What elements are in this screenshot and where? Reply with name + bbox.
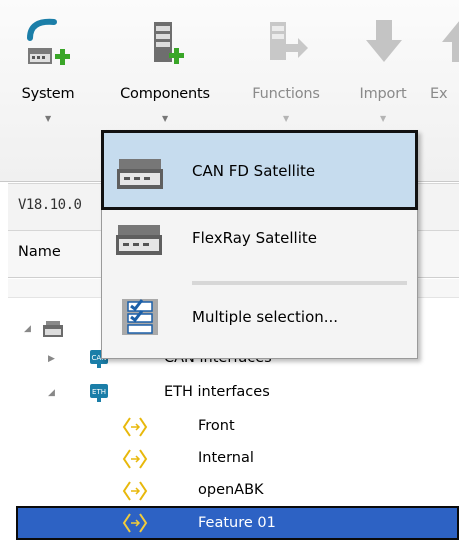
menu-item-can-fd-satellite[interactable]: CAN FD Satellite [101,130,418,210]
export-label: Ex [430,86,448,102]
port-icon [122,480,148,506]
tree-label: openABK [198,482,264,498]
chevron-down-icon: ▼ [380,114,387,123]
chevron-down-icon: ▼ [162,114,169,123]
menu-label: FlexRay Satellite [192,229,318,247]
components-dropdown-menu: CAN FD Satellite FlexRay Satellite Multi… [101,130,418,359]
export-icon [434,16,459,72]
components-label: Components [120,86,210,102]
functions-icon [260,16,312,72]
version-label: V18.10.0 [18,197,82,213]
tree-row-eth-interfaces[interactable]: ◢ ETH ETH interfaces [8,378,459,409]
column-header-name[interactable]: Name [18,244,61,260]
multiple-selection-icon [120,297,160,341]
menu-item-multiple-selection[interactable]: Multiple selection... [102,289,417,355]
port-icon [122,416,148,442]
port-icon [122,512,148,538]
menu-label: CAN FD Satellite [192,162,316,180]
tree-row-internal[interactable]: Internal [8,444,459,475]
menu-separator [192,281,407,285]
tree-label: Front [198,418,235,434]
can-fd-satellite-icon [115,157,165,195]
expanded-arrow-icon[interactable]: ◢ [24,324,31,334]
eth-icon: ETH [88,382,110,408]
menu-label: Multiple selection... [192,308,339,326]
export-button[interactable]: Ex [430,4,459,154]
flexray-satellite-icon [114,223,164,261]
tree-label: Feature 01 [198,515,276,531]
tree-row-feature-01[interactable]: Feature 01 [16,506,459,540]
import-label: Import [359,86,407,102]
expanded-arrow-icon[interactable]: ◢ [48,388,55,398]
tree-label: ETH interfaces [164,384,270,400]
system-label: System [21,86,75,102]
tree-row-openabk[interactable]: openABK [8,476,459,507]
svg-text:ETH: ETH [92,388,106,396]
tree-label: Internal [198,450,254,466]
chevron-down-icon: ▼ [283,114,290,123]
device-icon [42,319,64,343]
tree-row-front[interactable]: Front [8,412,459,443]
port-icon [122,448,148,474]
system-button[interactable]: System ▼ [2,4,94,154]
import-icon [358,16,410,72]
chevron-down-icon: ▼ [45,114,52,123]
components-add-icon [142,16,194,72]
system-add-icon [24,16,76,72]
collapsed-arrow-icon[interactable]: ▶ [48,354,55,364]
functions-label: Functions [252,86,320,102]
